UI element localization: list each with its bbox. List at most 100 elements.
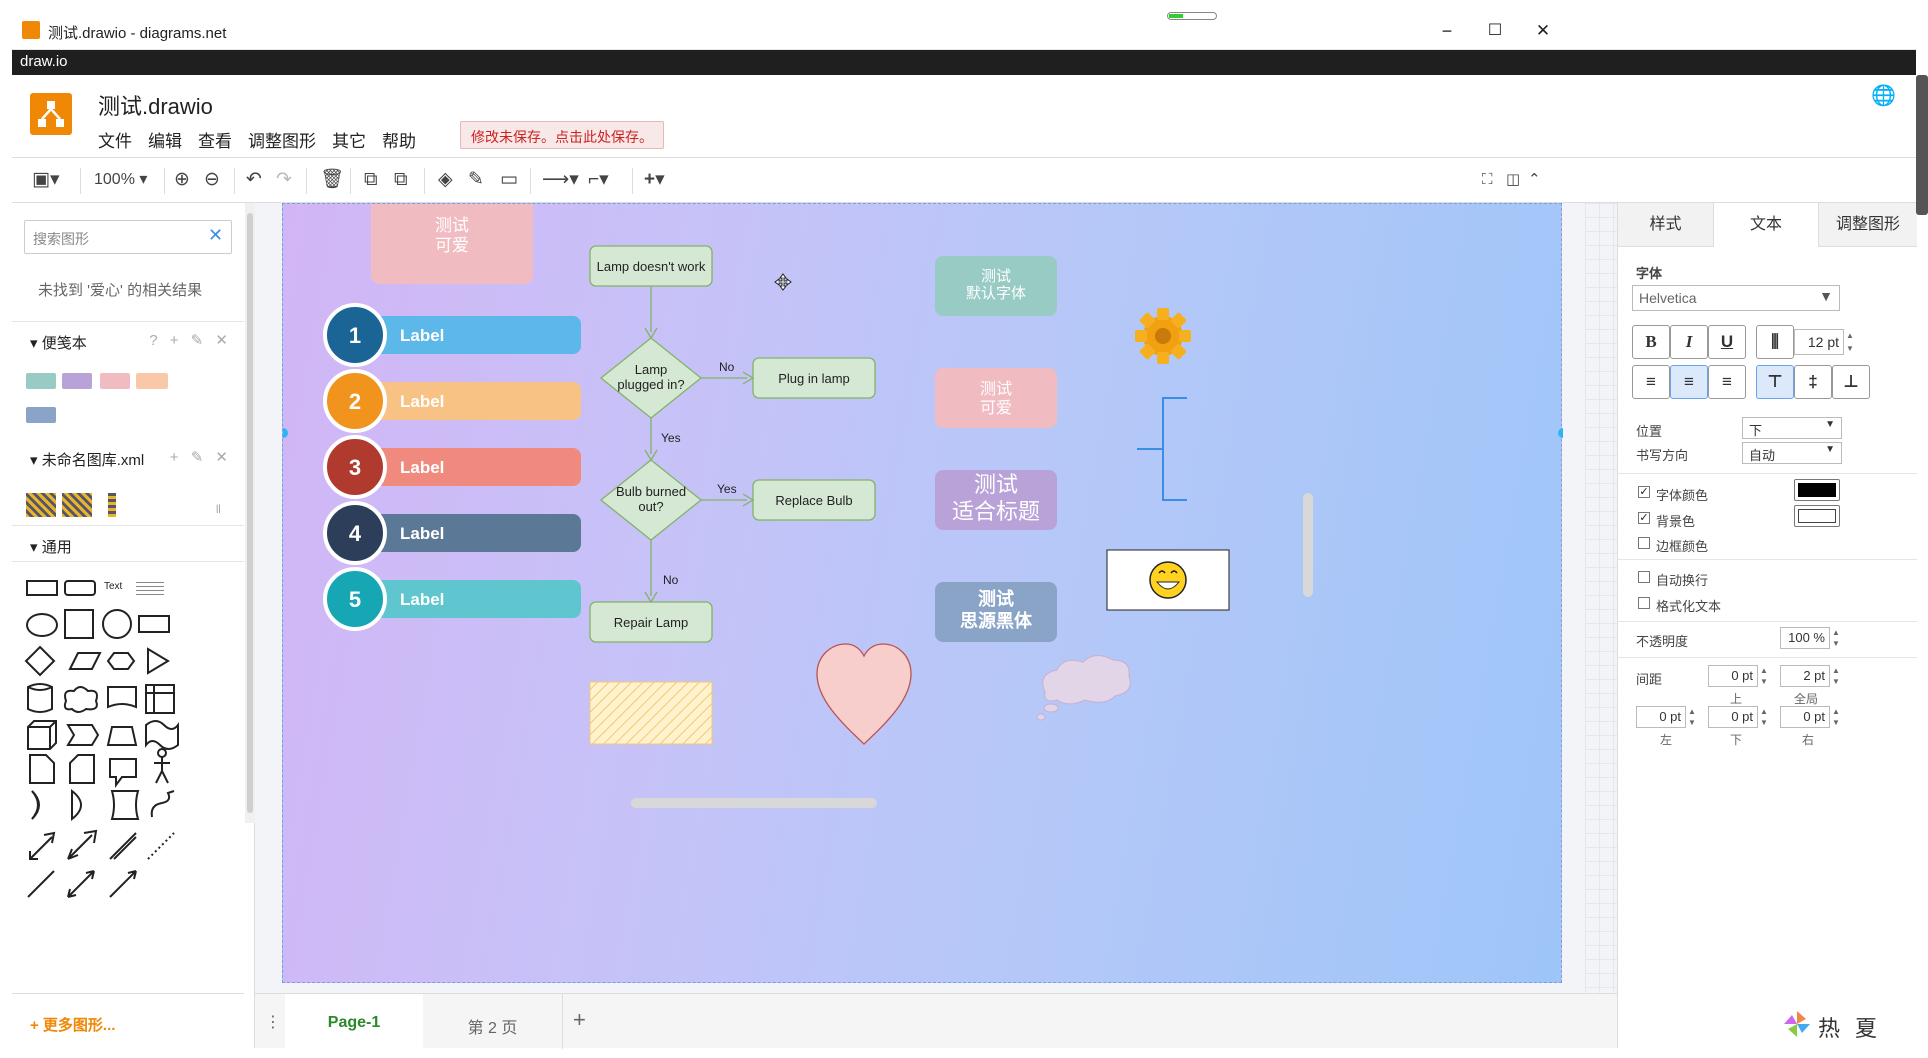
rectangle-shape[interactable]: [26, 580, 58, 596]
font-size-stepper[interactable]: ▲ ▼: [1846, 329, 1854, 355]
section-library[interactable]: ▾ 未命名图库.xml + ✎ ✕: [12, 439, 244, 477]
collapse-icon[interactable]: ⌃: [1528, 168, 1541, 192]
flow-replace-label[interactable]: Replace Bulb: [753, 493, 875, 508]
spacing-left-stepper[interactable]: ▲ ▼: [1688, 706, 1696, 728]
font-size-input[interactable]: 12 pt: [1794, 329, 1844, 355]
fill-color-icon[interactable]: ◈: [438, 168, 453, 192]
menu-view[interactable]: 查看: [198, 127, 232, 152]
redo-icon[interactable]: ↷: [276, 168, 292, 192]
spacing-bottom-input[interactable]: 0 pt: [1708, 706, 1758, 728]
shadow-icon[interactable]: ▭: [500, 168, 518, 192]
flow-plug-label[interactable]: Plug in lamp: [753, 371, 875, 386]
unsaved-changes-button[interactable]: 修改未保存。点击此处保存。: [460, 121, 664, 149]
sidebar-scrollbar[interactable]: [245, 203, 255, 823]
section-scratchpad[interactable]: ▾ 便笺本? + ✎ ✕: [12, 321, 244, 359]
page-background[interactable]: 测试 可爱 1 2 3 4 5 Label Label Label Label …: [282, 203, 1563, 984]
fullscreen-icon[interactable]: ⛶: [1482, 168, 1493, 192]
panel-toggle-icon[interactable]: ◫: [1506, 168, 1520, 192]
tab-arrange[interactable]: 调整图形: [1818, 203, 1917, 247]
flow-decision-2-label[interactable]: Bulb burned out?: [611, 484, 691, 514]
spacing-left-input[interactable]: 0 pt: [1636, 706, 1686, 728]
tab-page-1[interactable]: Page-1: [285, 994, 423, 1049]
flow-start-label[interactable]: Lamp doesn't work: [590, 259, 712, 274]
auto-wrap-checkbox[interactable]: [1638, 571, 1650, 583]
canvas-vertical-scrollbar[interactable]: [1303, 493, 1313, 597]
bold-button[interactable]: B: [1632, 325, 1670, 359]
text-shape[interactable]: Text: [104, 581, 122, 592]
library-item[interactable]: [26, 493, 56, 517]
font-family-select[interactable]: Helvetica ▼: [1632, 285, 1840, 311]
diagram-svg[interactable]: [283, 204, 1563, 984]
library-item[interactable]: [62, 493, 92, 517]
writing-direction-select[interactable]: 自动 ▼: [1742, 442, 1842, 464]
section-general[interactable]: ▾ 通用: [12, 525, 244, 563]
list-label-4[interactable]: Label: [400, 524, 444, 544]
list-label-2[interactable]: Label: [400, 392, 444, 412]
styled-box-cute-text[interactable]: 测试 可爱: [935, 379, 1057, 417]
spacing-top-stepper[interactable]: ▲ ▼: [1760, 665, 1768, 687]
sidebar-resize-handle[interactable]: ||: [216, 503, 221, 513]
scratch-item[interactable]: [100, 373, 130, 389]
flow-edge-yes-1[interactable]: Yes: [661, 431, 681, 445]
tab-page-2[interactable]: 第 2 页: [423, 994, 563, 1049]
add-page-button[interactable]: +: [573, 1007, 586, 1033]
clear-search-icon[interactable]: ✕: [208, 225, 223, 246]
menu-extras[interactable]: 其它: [332, 127, 366, 152]
tab-text[interactable]: 文本: [1714, 203, 1818, 247]
delete-icon[interactable]: 🗑: [320, 168, 344, 192]
square-shape[interactable]: [64, 609, 94, 639]
rounded-rectangle-shape[interactable]: [64, 580, 96, 596]
position-select[interactable]: 下 ▼: [1742, 417, 1842, 439]
scratch-item[interactable]: [26, 407, 56, 423]
general-shapes-icons[interactable]: [22, 645, 182, 965]
zoom-select[interactable]: 100% ▾: [94, 168, 147, 192]
tab-style[interactable]: 样式: [1618, 203, 1714, 247]
list-label-3[interactable]: Label: [400, 458, 444, 478]
align-bottom-button[interactable]: ⊥: [1832, 365, 1870, 399]
align-middle-button[interactable]: ‡: [1794, 365, 1832, 399]
process-shape[interactable]: [138, 615, 170, 633]
background-color-checkbox[interactable]: ✓: [1638, 512, 1650, 524]
line-color-icon[interactable]: ✎: [468, 168, 484, 192]
note-text[interactable]: 测试 可爱: [371, 216, 533, 256]
styled-box-title-text[interactable]: 测试 适合标题: [935, 472, 1057, 526]
menu-edit[interactable]: 编辑: [148, 127, 182, 152]
spacing-global-stepper[interactable]: ▲ ▼: [1832, 665, 1840, 687]
flow-edge-yes-2[interactable]: Yes: [717, 482, 737, 496]
section-actions[interactable]: ? + ✎ ✕: [149, 331, 232, 349]
list-label-1[interactable]: Label: [400, 326, 444, 346]
align-left-button[interactable]: ≡: [1632, 365, 1670, 399]
scratch-item[interactable]: [62, 373, 92, 389]
spacing-top-input[interactable]: 0 pt: [1708, 665, 1758, 687]
flow-edge-no-1[interactable]: No: [719, 360, 734, 374]
italic-button[interactable]: I: [1670, 325, 1708, 359]
flow-edge-no-2[interactable]: No: [663, 573, 678, 587]
opacity-input[interactable]: 100 %: [1780, 627, 1830, 649]
document-title[interactable]: 测试.drawio: [98, 89, 213, 121]
maximize-button[interactable]: ☐: [1472, 18, 1518, 44]
font-color-swatch[interactable]: [1794, 479, 1840, 501]
to-back-icon[interactable]: ⧉: [394, 168, 408, 192]
textbox-shape[interactable]: [136, 579, 164, 595]
list-label-5[interactable]: Label: [400, 590, 444, 610]
menu-arrange[interactable]: 调整图形: [248, 127, 316, 152]
styled-box-default-text[interactable]: 测试 默认字体: [935, 268, 1057, 302]
close-button[interactable]: ✕: [1520, 18, 1566, 44]
globe-icon[interactable]: 🌐: [1871, 83, 1896, 108]
spacing-right-stepper[interactable]: ▲ ▼: [1832, 706, 1840, 728]
menu-help[interactable]: 帮助: [382, 127, 416, 152]
diagram-area[interactable]: 测试 可爱 1 2 3 4 5 Label Label Label Label …: [255, 203, 1617, 993]
background-color-swatch[interactable]: [1794, 505, 1840, 527]
canvas-horizontal-scrollbar[interactable]: [631, 798, 877, 808]
undo-icon[interactable]: ↶: [246, 168, 262, 192]
more-shapes-button[interactable]: + 更多图形...: [12, 993, 244, 1048]
scratch-item[interactable]: [136, 373, 168, 389]
zoom-in-icon[interactable]: ⊕: [174, 168, 190, 192]
minimize-button[interactable]: −: [1424, 18, 1470, 44]
menu-file[interactable]: 文件: [98, 127, 132, 152]
circle-shape[interactable]: [102, 609, 132, 639]
ellipse-shape[interactable]: [26, 613, 58, 637]
shape-search-input[interactable]: 搜索图形: [24, 220, 232, 254]
section-actions[interactable]: + ✎ ✕: [170, 448, 232, 466]
font-color-checkbox[interactable]: ✓: [1638, 486, 1650, 498]
